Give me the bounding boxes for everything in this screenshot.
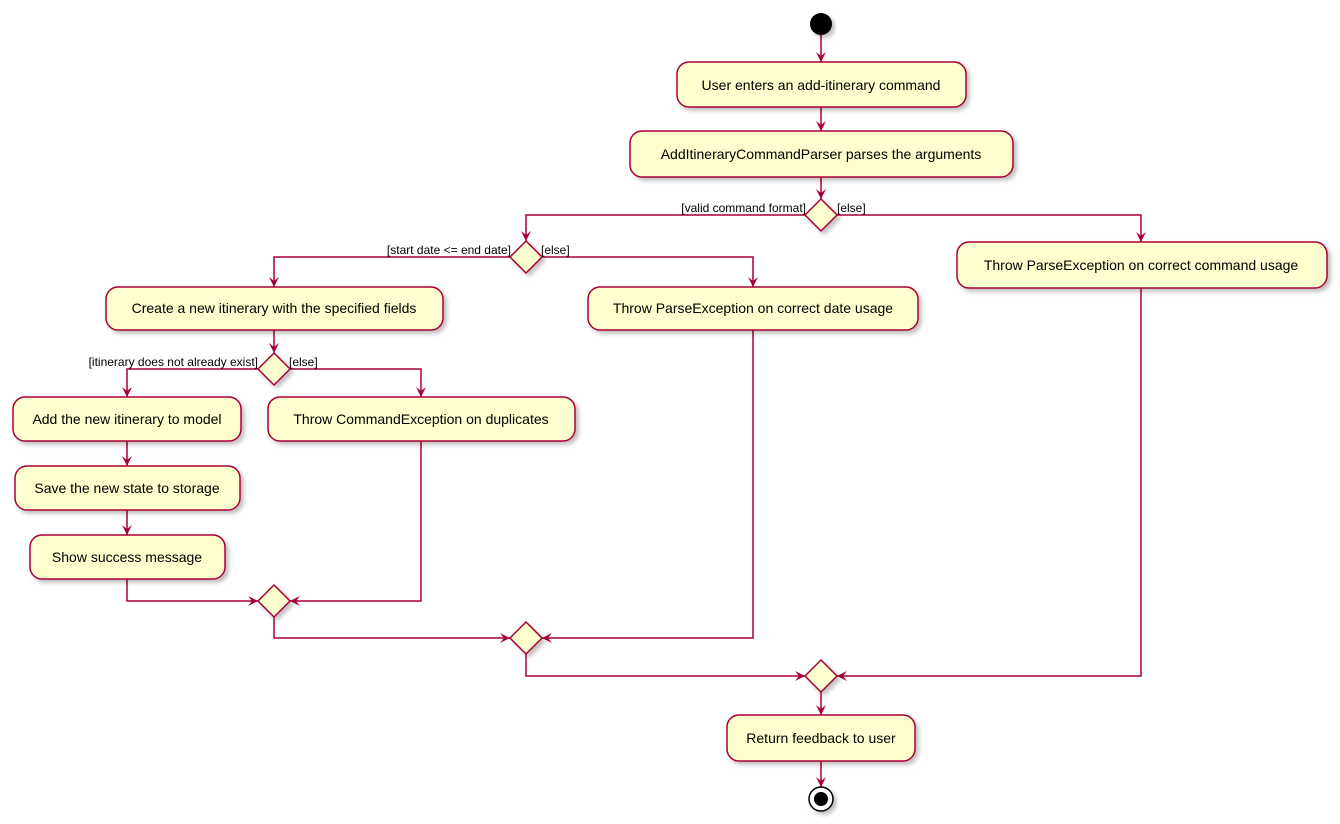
activity-create-itinerary: Create a new itinerary with the specifie…: [105, 286, 444, 331]
activity-label: Return feedback to user: [746, 730, 896, 746]
edge: [837, 288, 1142, 681]
activity-user-enters: User enters an add-itinerary command: [676, 61, 967, 108]
activity-save-state: Save the new state to storage: [14, 465, 241, 511]
guard-not-exist: [itinerary does not already exist]: [89, 355, 258, 369]
edge: [122, 368, 258, 397]
guard-else-date: [else]: [541, 243, 570, 257]
guard-valid-format: [valid command format]: [681, 201, 806, 215]
merge-format: [803, 658, 839, 694]
edge: [525, 654, 805, 681]
edge: [269, 256, 510, 287]
edge: [290, 368, 426, 397]
edge: [290, 441, 422, 606]
edge: [126, 579, 258, 606]
decision-date: [508, 239, 544, 275]
edge: [273, 617, 510, 643]
edge: [542, 256, 758, 287]
activity-label: Create a new itinerary with the specifie…: [132, 300, 417, 316]
activity-add-to-model: Add the new itinerary to model: [12, 396, 242, 442]
start-node: [810, 13, 832, 35]
activity-label: Throw CommandException on duplicates: [293, 411, 548, 427]
activity-throw-date-usage: Throw ParseException on correct date usa…: [587, 286, 919, 331]
activity-parser-parses: AddItineraryCommandParser parses the arg…: [629, 130, 1014, 178]
end-node: [808, 786, 834, 812]
decision-exists: [256, 351, 292, 387]
activity-label: Throw ParseException on correct date usa…: [613, 300, 893, 316]
edge: [542, 330, 754, 643]
activity-label: User enters an add-itinerary command: [702, 77, 941, 93]
guard-else-format: [else]: [837, 201, 866, 215]
guard-date-valid: [start date <= end date]: [387, 243, 511, 257]
activity-throw-command-usage: Throw ParseException on correct command …: [956, 241, 1328, 289]
edge: [837, 214, 1146, 242]
guard-else-exist: [else]: [289, 355, 318, 369]
activity-label: Show success message: [52, 549, 202, 565]
edge: [521, 214, 805, 241]
activity-throw-duplicates: Throw CommandException on duplicates: [267, 396, 576, 442]
activity-label: Throw ParseException on correct command …: [984, 257, 1299, 273]
activity-diagram: User enters an add-itinerary command Add…: [12, 13, 1328, 812]
merge-exists: [256, 583, 292, 619]
activity-show-success: Show success message: [29, 534, 226, 580]
merge-date: [508, 620, 544, 656]
decision-valid-format: [803, 197, 839, 233]
activity-label: Add the new itinerary to model: [32, 411, 221, 427]
activity-label: Save the new state to storage: [34, 480, 219, 496]
activity-return-feedback: Return feedback to user: [726, 714, 916, 762]
activity-label: AddItineraryCommandParser parses the arg…: [661, 146, 982, 162]
